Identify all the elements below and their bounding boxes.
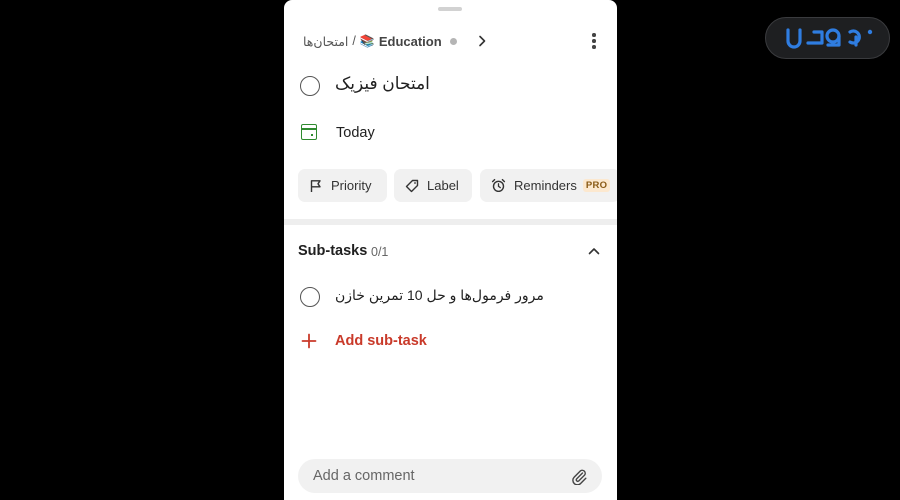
pro-badge: PRO: [582, 179, 611, 192]
project-color-dot: [449, 37, 457, 45]
brand-logo: [765, 17, 890, 59]
task-detail-sheet: امتحان‌ها / 📚 Education امتحان فیزیک Tod…: [284, 0, 617, 500]
paperclip-icon[interactable]: [570, 467, 588, 485]
comment-bar[interactable]: [298, 459, 602, 493]
priority-button[interactable]: Priority: [298, 169, 387, 202]
flag-icon: [310, 179, 321, 192]
task-title[interactable]: امتحان فیزیک: [335, 74, 430, 94]
due-date[interactable]: Today: [336, 125, 375, 141]
label-label: Label: [427, 178, 459, 193]
subtasks-count: 0/1: [371, 245, 389, 259]
alarm-clock-icon: [491, 178, 506, 193]
priority-label: Priority: [331, 178, 372, 193]
reminders-label: Reminders: [514, 178, 577, 193]
more-vertical-icon[interactable]: [587, 31, 601, 51]
subtasks-title: Sub-tasks: [298, 243, 368, 259]
tag-icon: [405, 179, 419, 192]
task-complete-checkbox[interactable]: [300, 76, 320, 96]
reminders-button[interactable]: Reminders PRO: [480, 169, 617, 202]
chevron-up-icon[interactable]: [587, 245, 601, 257]
plus-icon[interactable]: [301, 333, 317, 349]
calendar-icon[interactable]: [301, 124, 317, 140]
breadcrumb[interactable]: امتحان‌ها / 📚 Education: [303, 32, 457, 50]
subtask-checkbox[interactable]: [300, 287, 320, 307]
add-subtask-button[interactable]: Add sub-task: [335, 333, 427, 349]
drag-handle[interactable]: [438, 7, 462, 11]
breadcrumb-project[interactable]: Education: [379, 34, 442, 49]
label-button[interactable]: Label: [394, 169, 472, 202]
section-divider: [284, 219, 617, 225]
breadcrumb-parent[interactable]: امتحان‌ها: [303, 34, 348, 49]
subtask-item[interactable]: مرور فرمول‌ها و حل 10 تمرین خازن: [335, 287, 544, 304]
breadcrumb-separator: /: [352, 34, 356, 48]
books-icon: 📚: [359, 34, 375, 48]
comment-input[interactable]: [313, 459, 553, 493]
chevron-right-icon[interactable]: [475, 34, 489, 48]
